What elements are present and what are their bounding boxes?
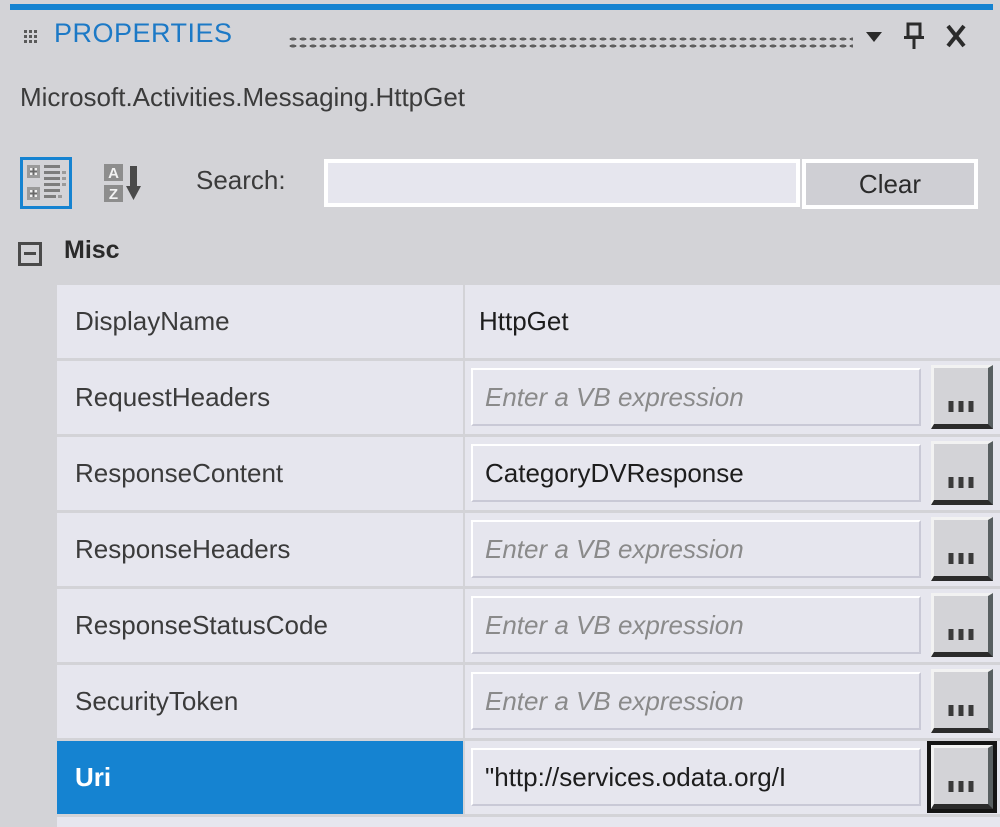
ellipsis-button[interactable] xyxy=(931,593,993,657)
page-title: PROPERTIES xyxy=(54,18,233,49)
ellipsis-icon xyxy=(949,705,974,716)
clear-button[interactable]: Clear xyxy=(802,159,978,209)
expression-value[interactable]: "http://services.odata.org/I xyxy=(471,748,921,806)
grid-bottom-strip xyxy=(57,817,1000,827)
close-icon[interactable] xyxy=(940,18,972,54)
title-dotted-separator xyxy=(288,36,853,49)
alphabetical-sort-icon[interactable]: A Z xyxy=(98,157,150,209)
property-name-cell[interactable]: ResponseStatusCode xyxy=(57,589,465,662)
categorized-view-icon[interactable] xyxy=(20,157,72,209)
ellipsis-button[interactable] xyxy=(931,669,993,733)
property-value-text[interactable]: HttpGet xyxy=(465,306,1000,337)
grip-dots-icon[interactable] xyxy=(24,30,38,44)
ellipsis-icon xyxy=(949,781,974,792)
property-value-cell[interactable]: Enter a VB expression xyxy=(465,513,1000,586)
property-value-cell[interactable]: HttpGet xyxy=(465,285,1000,358)
chevron-down-icon[interactable] xyxy=(858,18,890,54)
expression-placeholder[interactable]: Enter a VB expression xyxy=(471,672,921,730)
accent-bar xyxy=(10,4,993,10)
property-name-cell[interactable]: RequestHeaders xyxy=(57,361,465,434)
collapse-minus-icon[interactable] xyxy=(18,242,42,266)
expression-placeholder[interactable]: Enter a VB expression xyxy=(471,520,921,578)
expression-placeholder[interactable]: Enter a VB expression xyxy=(471,368,921,426)
ellipsis-icon xyxy=(949,553,974,564)
table-row[interactable]: Uri"http://services.odata.org/I xyxy=(57,741,1000,817)
pin-icon[interactable] xyxy=(898,18,930,54)
search-label: Search: xyxy=(196,165,286,196)
property-name-cell[interactable]: ResponseContent xyxy=(57,437,465,510)
expression-value[interactable]: CategoryDVResponse xyxy=(471,444,921,502)
svg-text:A: A xyxy=(108,165,119,182)
ellipsis-icon xyxy=(949,401,974,412)
ellipsis-button[interactable] xyxy=(931,517,993,581)
ellipsis-button[interactable] xyxy=(931,441,993,505)
property-value-cell[interactable]: CategoryDVResponse xyxy=(465,437,1000,510)
property-value-cell[interactable]: Enter a VB expression xyxy=(465,361,1000,434)
property-name-cell[interactable]: ResponseHeaders xyxy=(57,513,465,586)
property-name-cell[interactable]: Uri xyxy=(57,741,465,814)
property-name-cell[interactable]: DisplayName xyxy=(57,285,465,358)
panel-title-bar: PROPERTIES xyxy=(0,14,1000,60)
ellipsis-button[interactable] xyxy=(931,365,993,429)
table-row[interactable]: ResponseContentCategoryDVResponse xyxy=(57,437,1000,513)
table-row[interactable]: ResponseStatusCodeEnter a VB expression xyxy=(57,589,1000,665)
table-row[interactable]: DisplayNameHttpGet xyxy=(57,285,1000,361)
properties-toolbar: A Z Search: Clear xyxy=(0,155,1000,215)
table-row[interactable]: ResponseHeadersEnter a VB expression xyxy=(57,513,1000,589)
properties-grid: DisplayNameHttpGetRequestHeadersEnter a … xyxy=(57,285,1000,817)
svg-text:Z: Z xyxy=(109,186,118,203)
expression-placeholder[interactable]: Enter a VB expression xyxy=(471,596,921,654)
property-value-cell[interactable]: Enter a VB expression xyxy=(465,589,1000,662)
table-row[interactable]: SecurityTokenEnter a VB expression xyxy=(57,665,1000,741)
property-value-cell[interactable]: Enter a VB expression xyxy=(465,665,1000,738)
category-label: Misc xyxy=(64,236,120,265)
ellipsis-icon xyxy=(949,477,974,488)
object-type-name: Microsoft.Activities.Messaging.HttpGet xyxy=(20,82,465,113)
property-name-cell[interactable]: SecurityToken xyxy=(57,665,465,738)
table-row[interactable]: RequestHeadersEnter a VB expression xyxy=(57,361,1000,437)
ellipsis-button[interactable] xyxy=(931,745,993,809)
property-value-cell[interactable]: "http://services.odata.org/I xyxy=(465,741,1000,814)
search-input[interactable] xyxy=(324,159,800,207)
ellipsis-icon xyxy=(949,629,974,640)
